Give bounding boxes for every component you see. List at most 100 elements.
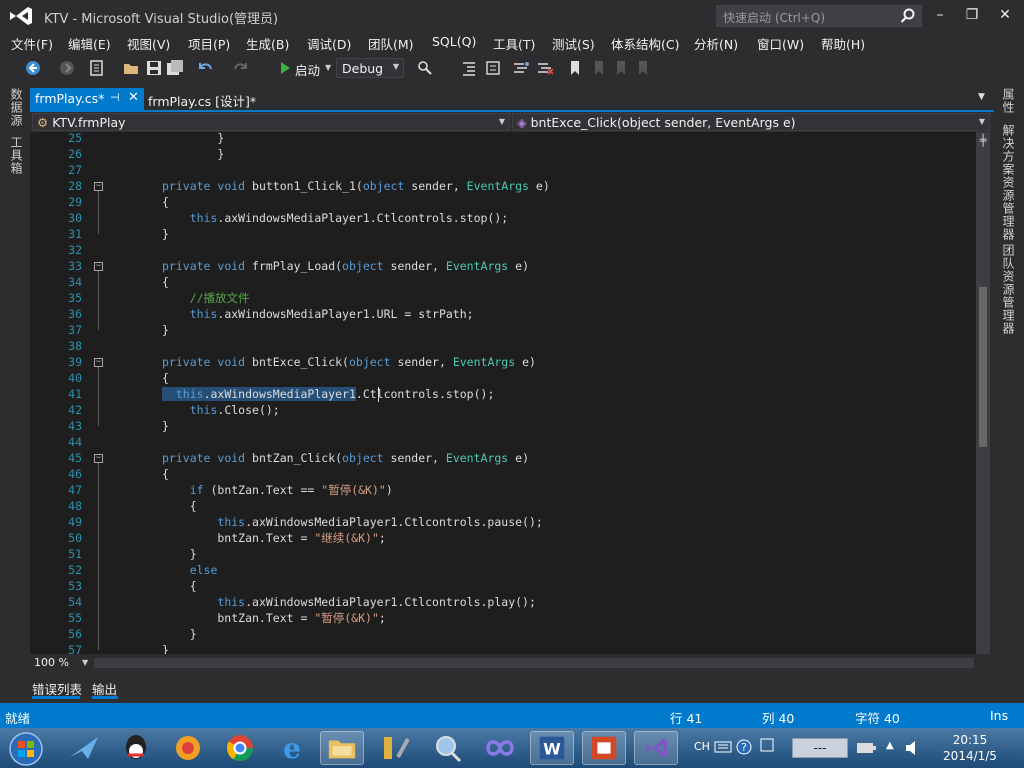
code-editor[interactable]: 25 } 26 } 27 28− private void button1_Click_… bbox=[30, 132, 990, 654]
code-line[interactable]: 36 this.axWindowsMediaPlayer1.URL = strP… bbox=[30, 306, 976, 322]
tray-mini-widget[interactable]: --- bbox=[792, 738, 848, 758]
close-button[interactable]: ✕ bbox=[990, 4, 1020, 26]
code-line[interactable]: 48 { bbox=[30, 498, 976, 514]
show-hidden-icons-icon[interactable]: ▲ bbox=[886, 740, 894, 751]
menu-architecture[interactable]: 体系结构(C) bbox=[611, 34, 679, 53]
horizontal-scrollbar[interactable] bbox=[94, 658, 974, 668]
code-line[interactable]: 57} bbox=[30, 642, 976, 654]
menu-build[interactable]: 生成(B) bbox=[246, 34, 289, 53]
code-line[interactable]: 26 } bbox=[30, 146, 976, 162]
fold-toggle-icon[interactable]: − bbox=[94, 182, 103, 191]
code-line[interactable]: 47 if (bntZan.Text == "暂停(&K)") bbox=[30, 482, 976, 498]
code-line[interactable]: 56 } bbox=[30, 626, 976, 642]
code-line[interactable]: 42 this.Close(); bbox=[30, 402, 976, 418]
code-line[interactable]: 51 } bbox=[30, 546, 976, 562]
qq-icon[interactable] bbox=[114, 731, 158, 765]
class-dropdown[interactable]: ⚙ KTV.frmPlay ▼ bbox=[32, 113, 510, 131]
powerpoint-icon[interactable] bbox=[582, 731, 626, 765]
member-dropdown[interactable]: ◈ bntExce_Click(object sender, EventArgs… bbox=[512, 113, 990, 131]
code-line[interactable]: 35 //播放文件 bbox=[30, 290, 976, 306]
save-icon[interactable] bbox=[145, 59, 163, 77]
bookmark-icon[interactable] bbox=[566, 59, 584, 77]
close-icon[interactable]: ✕ bbox=[128, 90, 139, 105]
comment-icon[interactable] bbox=[512, 59, 530, 77]
code-line[interactable]: 50 bntZan.Text = "继续(&K)"; bbox=[30, 530, 976, 546]
save-all-icon[interactable] bbox=[166, 59, 184, 77]
menu-team[interactable]: 团队(M) bbox=[368, 34, 414, 53]
code-line[interactable]: 34 { bbox=[30, 274, 976, 290]
outdent-icon[interactable] bbox=[484, 59, 502, 77]
next-bookmark-icon[interactable] bbox=[612, 59, 630, 77]
indent-icon[interactable] bbox=[460, 59, 478, 77]
zoom-dropdown-icon[interactable]: ▼ bbox=[82, 658, 88, 667]
menu-help[interactable]: 帮助(H) bbox=[821, 34, 865, 53]
fold-toggle-icon[interactable]: − bbox=[94, 454, 103, 463]
menu-sql[interactable]: SQL(Q) bbox=[432, 34, 476, 49]
code-line[interactable]: 27 bbox=[30, 162, 976, 178]
back-icon[interactable] bbox=[24, 59, 42, 77]
zoom-level[interactable]: 100 % bbox=[34, 656, 69, 669]
code-line[interactable]: 40 { bbox=[30, 370, 976, 386]
rail-tab-solution-explorer[interactable]: 解决方案资源管理器 bbox=[1000, 124, 1017, 241]
word-icon[interactable]: W bbox=[530, 731, 574, 765]
visual-studio-icon[interactable] bbox=[634, 731, 678, 765]
minimize-button[interactable]: – bbox=[925, 4, 955, 26]
pin-icon[interactable]: ⊣ bbox=[110, 91, 120, 104]
search-icon[interactable] bbox=[900, 8, 916, 24]
code-line[interactable]: 46 { bbox=[30, 466, 976, 482]
vertical-scrollbar[interactable] bbox=[976, 132, 990, 654]
restore-button[interactable]: ❐ bbox=[957, 4, 987, 26]
keyboard-icon[interactable] bbox=[714, 739, 732, 755]
code-line[interactable]: 52 else bbox=[30, 562, 976, 578]
code-line[interactable]: 41 this.axWindowsMediaPlayer1.Ctlcontrol… bbox=[30, 386, 976, 402]
solution-config-select[interactable]: Debug ▼ bbox=[336, 58, 404, 78]
quick-launch-input[interactable]: 快速启动 (Ctrl+Q) bbox=[716, 5, 922, 27]
code-line[interactable]: 32 bbox=[30, 242, 976, 258]
code-line[interactable]: 30 this.axWindowsMediaPlayer1.Ctlcontrol… bbox=[30, 210, 976, 226]
start-orb-icon[interactable] bbox=[8, 731, 44, 767]
tab-list-dropdown-icon[interactable]: ▼ bbox=[978, 92, 985, 102]
code-line[interactable]: 45 − private void bntZan_Click(object send… bbox=[30, 450, 976, 466]
code-line[interactable]: 54 this.axWindowsMediaPlayer1.Ctlcontrol… bbox=[30, 594, 976, 610]
scroll-thumb[interactable] bbox=[979, 287, 987, 447]
ie-icon[interactable]: e bbox=[270, 731, 314, 765]
volume-icon[interactable] bbox=[904, 739, 922, 757]
menu-project[interactable]: 项目(P) bbox=[188, 34, 230, 53]
code-line[interactable]: 43} bbox=[30, 418, 976, 434]
forward-icon[interactable] bbox=[58, 59, 76, 77]
system-clock[interactable]: 20:15 2014/1/5 bbox=[928, 732, 1012, 764]
ime-settings-icon[interactable] bbox=[760, 738, 774, 752]
feiq-icon[interactable] bbox=[62, 731, 106, 765]
new-project-icon[interactable] bbox=[88, 59, 106, 77]
open-file-icon[interactable] bbox=[122, 59, 140, 77]
menu-view[interactable]: 视图(V) bbox=[127, 34, 170, 53]
explorer-icon[interactable] bbox=[320, 731, 364, 765]
code-line[interactable]: 49 this.axWindowsMediaPlayer1.Ctlcontrol… bbox=[30, 514, 976, 530]
tab-frmplay-cs[interactable]: frmPlay.cs* ⊣ ✕ bbox=[30, 88, 144, 110]
gift-icon[interactable] bbox=[166, 731, 210, 765]
start-dropdown-icon[interactable]: ▼ bbox=[325, 63, 331, 72]
redo-icon[interactable] bbox=[232, 59, 250, 77]
code-line[interactable]: 53 { bbox=[30, 578, 976, 594]
menu-debug[interactable]: 调试(D) bbox=[307, 34, 351, 53]
help-icon[interactable]: ? bbox=[736, 739, 752, 755]
rail-tab-properties[interactable]: 属性 bbox=[1000, 88, 1017, 114]
code-line[interactable]: 37} bbox=[30, 322, 976, 338]
menu-edit[interactable]: 编辑(E) bbox=[68, 34, 111, 53]
code-line[interactable]: 28 − private void button1_Click_1(object s… bbox=[30, 178, 976, 194]
code-line[interactable]: 33 − private void frmPlay_Load(object send… bbox=[30, 258, 976, 274]
code-line[interactable]: 44 bbox=[30, 434, 976, 450]
code-line[interactable]: 29 { bbox=[30, 194, 976, 210]
rail-tab-team-explorer[interactable]: 团队资源管理器 bbox=[1000, 244, 1017, 335]
rail-tab-toolbox[interactable]: 工具箱 bbox=[8, 136, 25, 175]
tools-icon[interactable] bbox=[374, 731, 418, 765]
start-debug-button[interactable]: 启动 bbox=[295, 60, 320, 79]
chrome-icon[interactable] bbox=[218, 731, 262, 765]
code-line[interactable]: 39 − private void bntExce_Click(object sen… bbox=[30, 354, 976, 370]
code-line[interactable]: 55 bntZan.Text = "暂停(&K)"; bbox=[30, 610, 976, 626]
menu-window[interactable]: 窗口(W) bbox=[757, 34, 804, 53]
undo-icon[interactable] bbox=[196, 59, 214, 77]
magnifier-icon[interactable] bbox=[426, 731, 470, 765]
tab-frmplay-designer[interactable]: frmPlay.cs [设计]* bbox=[148, 91, 256, 110]
rail-tab-data-sources[interactable]: 数据源 bbox=[8, 88, 25, 127]
